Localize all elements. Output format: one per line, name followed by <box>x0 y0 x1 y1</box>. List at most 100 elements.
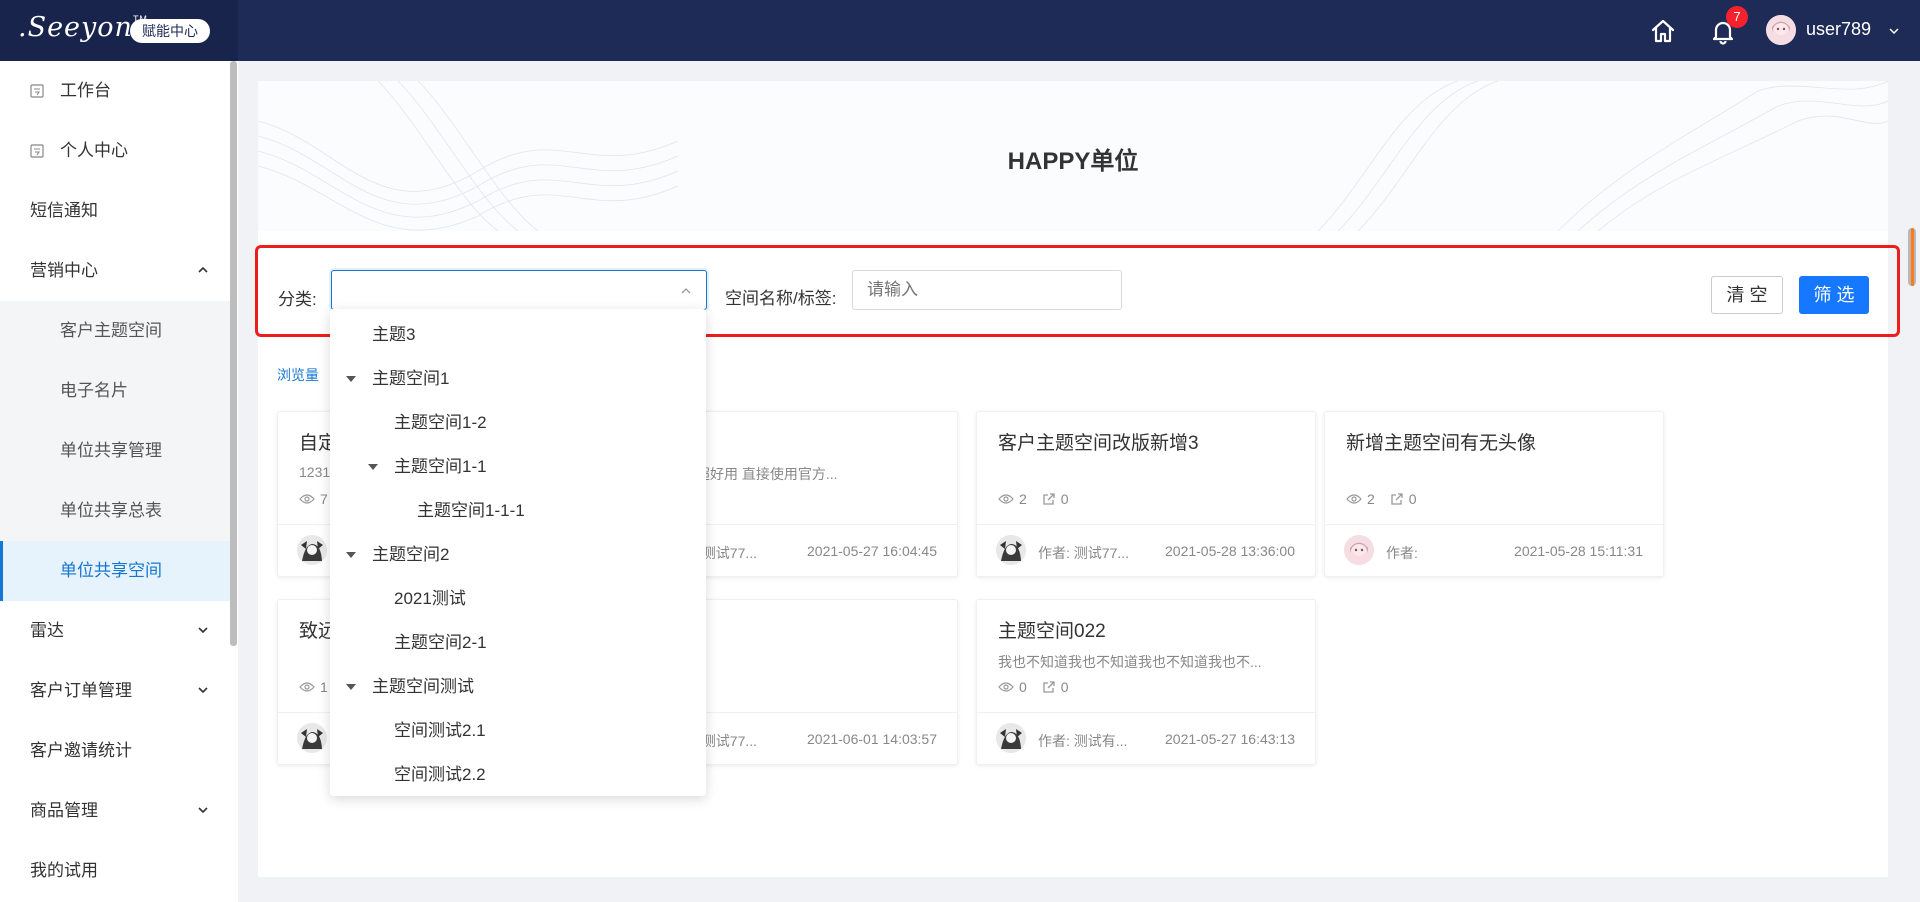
notification-badge: 7 <box>1726 6 1748 28</box>
eye-icon <box>1346 494 1362 504</box>
clear-button[interactable]: 清 空 <box>1711 276 1783 314</box>
author-avatar <box>996 535 1026 565</box>
sidebar-item-invite-stats[interactable]: 客户邀请统计 <box>0 721 230 781</box>
sidebar-item-label: 单位共享管理 <box>60 441 162 460</box>
tree-item[interactable]: 空间测试2.1 <box>330 709 706 753</box>
sidebar-item-unit-share-manage[interactable]: 单位共享管理 <box>0 421 230 481</box>
sidebar-item-radar[interactable]: 雷达 <box>0 601 230 661</box>
page-icon <box>30 144 44 158</box>
top-header: .SeeyonTM 赋能中心 7 user789 <box>0 0 1920 61</box>
sidebar-item-label: 客户邀请统计 <box>30 741 132 760</box>
caret-down-icon[interactable] <box>346 376 356 382</box>
tree-item[interactable]: 主题空间2-1 <box>330 621 706 665</box>
tree-item[interactable]: 主题空间测试 <box>330 665 706 709</box>
logo-area[interactable]: .SeeyonTM 赋能中心 <box>0 0 238 61</box>
category-select[interactable] <box>331 270 707 310</box>
caret-down-icon[interactable] <box>368 464 378 470</box>
space-card[interactable]: 主题空间022 我也不知道我也不知道我也不知道我也不... 0 0 作者: 测试… <box>976 599 1316 765</box>
sidebar-item-label: 商品管理 <box>30 801 98 820</box>
card-stats: 2 0 <box>998 491 1069 507</box>
sidebar-item-my-trial[interactable]: 我的试用 <box>0 841 230 901</box>
sidebar-item-marketing[interactable]: 营销中心 <box>0 241 230 301</box>
sidebar-item-label: 短信通知 <box>30 201 98 220</box>
tree-item[interactable]: 主题空间1-1 <box>330 445 706 489</box>
sidebar-item-label: 营销中心 <box>30 261 98 280</box>
page-scrollbar-thumb[interactable] <box>1911 228 1914 286</box>
sidebar-item-label: 雷达 <box>30 621 64 640</box>
sidebar-item-products[interactable]: 商品管理 <box>0 781 230 841</box>
share-icon <box>1043 681 1055 693</box>
space-card[interactable]: 新增主题空间有无头像 2 0 作者: 2021-05-28 15:11:31 <box>1324 411 1664 577</box>
chevron-up-icon <box>198 266 208 273</box>
category-dropdown: 主题3 主题空间1 主题空间1-2 主题空间1-1 主题空间1-1-1 主题空间… <box>330 309 706 796</box>
filter-button[interactable]: 筛 选 <box>1799 276 1869 314</box>
sidebar-scrollbar[interactable] <box>230 61 237 646</box>
space-name-label: 空间名称/标签: <box>725 289 837 308</box>
card-desc: 1231 <box>299 464 331 480</box>
chevron-up-icon <box>681 288 691 294</box>
sidebar-item-personal-center[interactable]: 个人中心 <box>0 121 230 181</box>
category-label: 分类: <box>278 290 317 309</box>
sidebar-item-orders[interactable]: 客户订单管理 <box>0 661 230 721</box>
caret-down-icon[interactable] <box>346 684 356 690</box>
banner: HAPPY单位 <box>258 81 1888 231</box>
sidebar-item-unit-share-summary[interactable]: 单位共享总表 <box>0 481 230 541</box>
sidebar-item-label: 工作台 <box>60 81 111 100</box>
card-title: 主题空间022 <box>998 621 1106 642</box>
chevron-down-icon[interactable] <box>1888 24 1900 42</box>
tree-item[interactable]: 主题空间1 <box>330 357 706 401</box>
sidebar-item-sms[interactable]: 短信通知 <box>0 181 230 241</box>
share-icon <box>1391 493 1403 505</box>
eye-icon <box>299 494 315 504</box>
tree-item[interactable]: 主题空间1-1-1 <box>330 489 706 533</box>
sidebar-item-label: 电子名片 <box>60 381 128 400</box>
card-desc: 我也不知道我也不知道我也不知道我也不... <box>998 654 1262 670</box>
user-avatar[interactable] <box>1766 15 1796 45</box>
card-author: 作者: 测试有... <box>1038 733 1128 749</box>
card-title: 客户主题空间改版新增3 <box>998 433 1199 454</box>
sidebar-item-workbench[interactable]: 工作台 <box>0 61 230 121</box>
sort-by-views[interactable]: 浏览量 <box>277 365 319 385</box>
card-stats: 2 0 <box>1346 491 1417 507</box>
eye-icon <box>998 682 1014 692</box>
sidebar: 工作台 个人中心 短信通知 营销中心 客户主题空间 电子名片 单位共享管理 单位… <box>0 61 238 902</box>
seeyon-logo: .SeeyonTM <box>18 12 147 43</box>
card-date: 2021-05-27 16:43:13 <box>1165 731 1295 747</box>
sidebar-item-label: 客户主题空间 <box>60 321 162 340</box>
card-stats: 0 0 <box>998 679 1069 695</box>
sidebar-item-customer-space[interactable]: 客户主题空间 <box>0 301 230 361</box>
chevron-down-icon <box>198 687 208 694</box>
author-avatar <box>297 535 327 565</box>
tree-item[interactable]: 主题空间1-2 <box>330 401 706 445</box>
chevron-down-icon <box>198 807 208 814</box>
space-card[interactable]: 客户主题空间改版新增3 2 0 作者: 测试77... 2021-05-28 1… <box>976 411 1316 577</box>
author-avatar <box>297 723 327 753</box>
eye-icon <box>998 494 1014 504</box>
author-avatar <box>996 723 1026 753</box>
card-date: 2021-05-28 13:36:00 <box>1165 543 1295 559</box>
sidebar-item-unit-share-space[interactable]: 单位共享空间 <box>0 541 230 601</box>
tree-item[interactable]: 主题3 <box>330 313 706 357</box>
username[interactable]: user789 <box>1806 19 1871 40</box>
caret-down-icon[interactable] <box>346 552 356 558</box>
author-avatar <box>1344 535 1374 565</box>
card-date: 2021-05-28 15:11:31 <box>1514 543 1643 559</box>
page-title: HAPPY单位 <box>1007 148 1139 175</box>
logo-badge: 赋能中心 <box>130 19 210 43</box>
tree-item[interactable]: 主题空间2 <box>330 533 706 577</box>
sidebar-item-label: 单位共享总表 <box>60 501 162 520</box>
sidebar-item-label: 客户订单管理 <box>30 681 132 700</box>
sidebar-item-business-card[interactable]: 电子名片 <box>0 361 230 421</box>
sidebar-item-label: 个人中心 <box>60 141 128 160</box>
tree-item[interactable]: 空间测试2.2 <box>330 753 706 796</box>
chevron-down-icon <box>198 627 208 634</box>
page-icon <box>30 84 44 98</box>
sidebar-item-label: 我的试用 <box>30 861 98 880</box>
space-name-input[interactable] <box>852 270 1122 310</box>
tree-item[interactable]: 2021测试 <box>330 577 706 621</box>
share-icon <box>1043 493 1055 505</box>
card-author: 作者: 测试77... <box>1038 545 1130 561</box>
card-date: 2021-05-27 16:04:45 <box>807 543 937 559</box>
home-icon[interactable] <box>1648 16 1678 46</box>
sidebar-item-label: 单位共享空间 <box>60 561 162 580</box>
